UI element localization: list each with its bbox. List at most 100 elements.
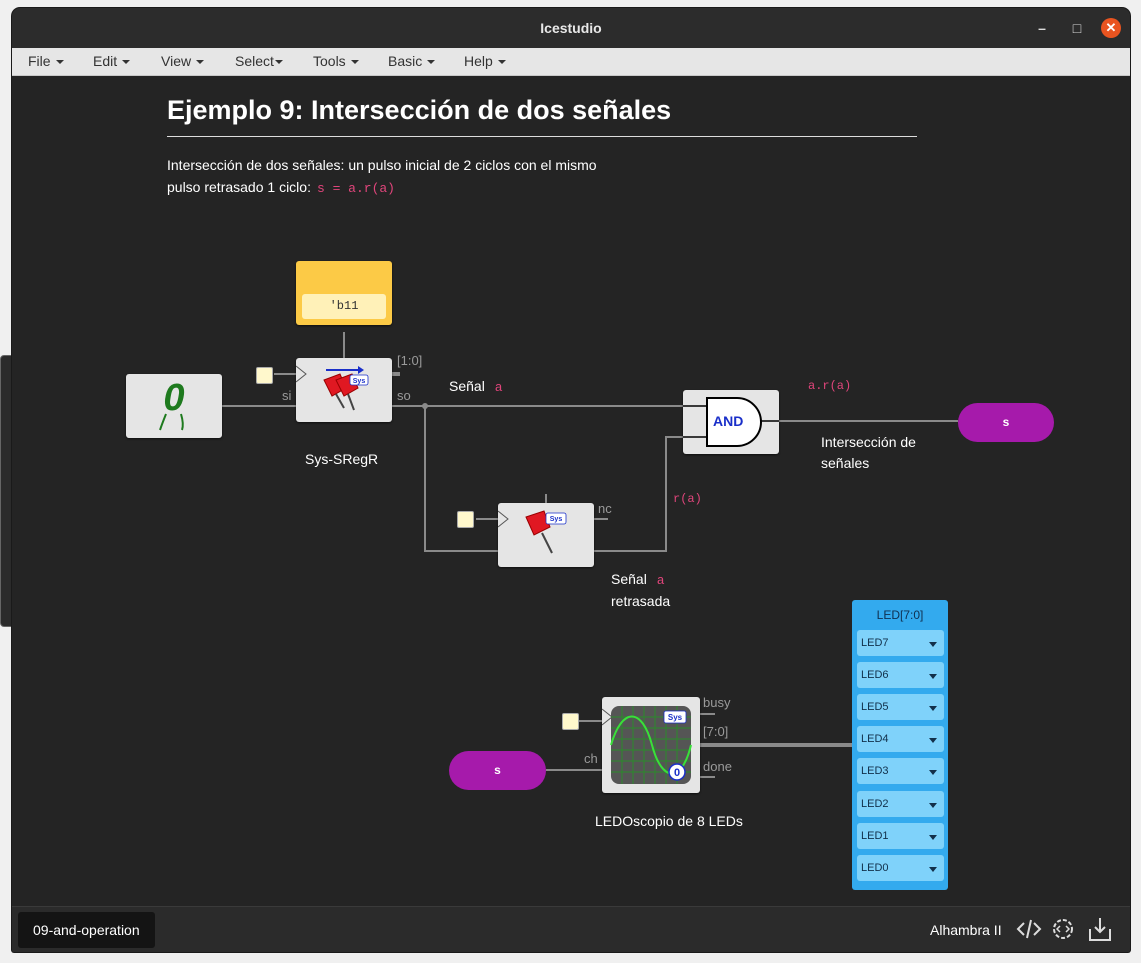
delayed-text: Señal <box>611 571 647 587</box>
led-select-3[interactable]: LED3 <box>857 758 944 784</box>
chevron-down-icon <box>427 60 436 65</box>
design-canvas[interactable]: Ejemplo 9: Intersección de dos señales I… <box>12 76 1130 906</box>
led-label: LED3 <box>861 765 889 777</box>
pin-bus: [7:0] <box>703 724 729 739</box>
maximize-icon[interactable]: □ <box>1067 18 1087 38</box>
download-icon[interactable] <box>1086 915 1114 943</box>
status-bar: 09-and-operation Alhambra II <box>12 906 1130 952</box>
led-select-1[interactable]: LED1 <box>857 823 944 849</box>
chevron-down-icon <box>55 60 64 65</box>
delayed-label-2: retrasada <box>611 593 671 609</box>
signal-a-code: a <box>494 380 503 395</box>
and-output-code: a.r(a) <box>808 379 852 393</box>
constant-value[interactable]: 'b11 <box>302 294 386 319</box>
menu-basic[interactable]: Basic <box>388 48 436 75</box>
led-select-4[interactable]: LED4 <box>857 726 944 752</box>
constant-block[interactable]: 'b11 <box>296 261 392 325</box>
dropdown-arrow-icon <box>929 803 937 808</box>
signal-a-label: Señal a <box>449 378 503 395</box>
menu-edit[interactable]: Edit <box>93 48 131 75</box>
menu-tools[interactable]: Tools <box>313 48 359 75</box>
menu-view-label: View <box>161 53 192 69</box>
led-label: LED1 <box>861 830 889 842</box>
led-select-2[interactable]: LED2 <box>857 791 944 817</box>
zero-glyph-icon: 0 <box>159 377 185 431</box>
dropdown-arrow-icon <box>929 674 937 679</box>
and-gate-label: AND <box>713 413 744 429</box>
wire-junction <box>422 403 428 409</box>
project-tab[interactable]: 09-and-operation <box>18 912 155 948</box>
led-output-panel[interactable]: LED[7:0] LED7 LED6 LED5 LED4 LED3 LED2 L… <box>852 600 948 890</box>
clock-input-1[interactable] <box>256 367 273 384</box>
pin-busy: busy <box>703 695 731 710</box>
gear-code-icon[interactable] <box>1049 915 1077 943</box>
clock-input-3[interactable] <box>562 713 579 730</box>
chevron-down-icon <box>274 60 283 65</box>
delayed-label-1: Señal a <box>611 571 665 588</box>
led-label: LED2 <box>861 798 889 810</box>
wires-layer <box>222 332 958 778</box>
led-label: LED0 <box>861 862 889 874</box>
menu-view[interactable]: View <box>161 48 205 75</box>
menu-help-label: Help <box>464 53 493 69</box>
clock-input-2[interactable] <box>457 511 474 528</box>
output-s-port[interactable]: s <box>958 403 1054 442</box>
dropdown-arrow-icon <box>929 835 937 840</box>
chevron-down-icon <box>196 60 205 65</box>
delayed-code: r(a) <box>673 492 702 506</box>
minimize-icon[interactable]: – <box>1032 18 1052 38</box>
intersection-label-2: señales <box>821 455 870 471</box>
pin-si: si <box>282 388 292 403</box>
dropdown-arrow-icon <box>929 770 937 775</box>
pin-done: done <box>703 759 732 774</box>
led-select-0[interactable]: LED0 <box>857 855 944 881</box>
menu-file[interactable]: File <box>28 48 64 75</box>
dropdown-arrow-icon <box>929 738 937 743</box>
zero-block[interactable]: 0 <box>126 374 222 438</box>
wire-delay-to-and <box>594 436 683 552</box>
pin-so: so <box>397 388 411 403</box>
svg-text:0: 0 <box>163 377 184 419</box>
led-label: LED5 <box>861 701 889 713</box>
window-title: Icestudio <box>540 20 602 36</box>
ledoscope-label: LEDOscopio de 8 LEDs <box>595 813 743 829</box>
menu-bar: File Edit View Select Tools Basic Help <box>12 48 1130 76</box>
pushpin-icon: Sys <box>497 510 567 554</box>
led-label: LED6 <box>861 669 889 681</box>
led-select-6[interactable]: LED6 <box>857 662 944 688</box>
menu-tools-label: Tools <box>313 53 346 69</box>
app-window: Icestudio – □ ✕ File Edit View Select To… <box>12 8 1130 952</box>
dropdown-arrow-icon <box>929 642 937 647</box>
sys-badge: Sys <box>353 378 366 385</box>
intersection-label-1: Intersección de <box>821 434 916 450</box>
delay-block[interactable]: Sys <box>497 503 594 567</box>
menu-select[interactable]: Select <box>235 48 283 75</box>
board-name[interactable]: Alhambra II <box>930 907 1002 952</box>
menu-help[interactable]: Help <box>464 48 506 75</box>
chevron-down-icon <box>122 60 131 65</box>
title-bar: Icestudio – □ ✕ <box>12 8 1130 48</box>
close-icon[interactable]: ✕ <box>1101 18 1121 38</box>
ledoscope-block[interactable]: Sys 0 <box>601 697 700 793</box>
code-icon[interactable] <box>1015 915 1043 943</box>
pin-ch: ch <box>584 751 598 766</box>
led-label: LED4 <box>861 733 889 745</box>
pin-width: [1:0] <box>397 353 423 368</box>
menu-edit-label: Edit <box>93 53 118 69</box>
input-s-port[interactable]: s <box>449 751 546 790</box>
sregr-block[interactable]: Sys <box>295 358 392 422</box>
and-gate-block[interactable]: AND <box>683 390 779 454</box>
sys-badge: Sys <box>550 516 563 523</box>
menu-select-label: Select <box>235 53 274 69</box>
menu-file-label: File <box>28 53 51 69</box>
led-label: LED7 <box>861 637 889 649</box>
signal-a-text: Señal <box>449 378 485 394</box>
led-select-7[interactable]: LED7 <box>857 630 944 656</box>
pushpin-icon: Sys <box>295 365 369 411</box>
chevron-down-icon <box>497 60 506 65</box>
led-select-5[interactable]: LED5 <box>857 694 944 720</box>
oscilloscope-icon: Sys 0 <box>601 706 692 784</box>
chevron-down-icon <box>350 60 359 65</box>
dropdown-arrow-icon <box>929 867 937 872</box>
dropdown-arrow-icon <box>929 706 937 711</box>
